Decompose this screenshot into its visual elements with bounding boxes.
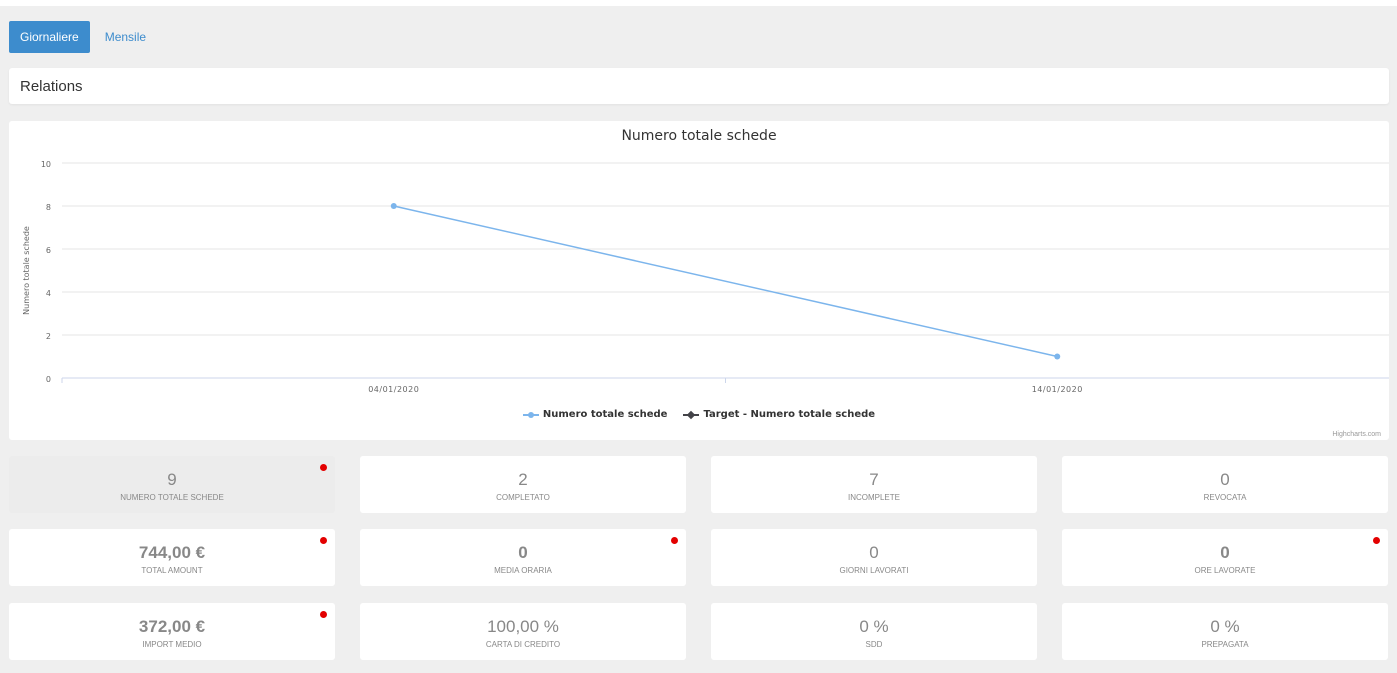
kpi-card: 9 NUMERO TOTALE SCHEDE: [9, 456, 335, 513]
kpi-value: 0 %: [1210, 617, 1240, 636]
legend-label: Target - Numero totale schede: [703, 409, 876, 420]
section-title: Relations: [20, 78, 83, 95]
period-tabs: Giornaliere Mensile: [9, 21, 157, 53]
kpi-label: ORE LAVORATE: [1194, 566, 1256, 575]
legend-marker-icon: [522, 410, 539, 420]
kpi-label: TOTAL AMOUNT: [141, 566, 203, 575]
legend-item-series-2[interactable]: Target - Numero totale schede: [683, 409, 875, 420]
legend-marker-icon: [683, 410, 700, 420]
chart-legend: Numero totale schede Target - Numero tot…: [9, 409, 1389, 420]
kpi-card: 0 GIORNI LAVORATI: [711, 529, 1037, 586]
chart-card: 0 2 4 6 8 10 04/01/2020 14/01/2020 Numero totale…: [9, 121, 1389, 440]
legend-label: Numero totale schede: [542, 409, 668, 420]
kpi-value: 2: [518, 470, 528, 489]
y-tick-label: 0: [46, 375, 51, 384]
kpi-card: 0 MEDIA ORARIA: [360, 529, 686, 586]
kpi-label: MEDIA ORARIA: [494, 566, 552, 575]
kpi-value: 0: [1220, 470, 1230, 489]
kpi-label: REVOCATA: [1203, 493, 1247, 502]
relations-panel: Relations: [9, 68, 1389, 104]
data-point: [1054, 353, 1061, 360]
kpi-value: 372,00 €: [138, 617, 206, 636]
kpi-card: 2 COMPLETATO: [360, 456, 686, 513]
y-tick-label: 2: [46, 332, 51, 341]
y-tick-label: 6: [46, 246, 51, 255]
alert-dot-icon: [320, 464, 327, 471]
kpi-value: 0 %: [859, 617, 889, 636]
series-line: [393, 205, 1058, 358]
tab-giornaliere[interactable]: Giornaliere: [9, 21, 90, 53]
alert-dot-icon: [671, 537, 678, 544]
kpi-card: 0 % SDD: [711, 603, 1037, 660]
kpi-card: 744,00 € TOTAL AMOUNT: [9, 529, 335, 586]
kpi-label: GIORNI LAVORATI: [839, 566, 909, 575]
tab-mensile[interactable]: Mensile: [94, 21, 157, 53]
y-tick-label: 10: [41, 160, 51, 169]
kpi-label: INCOMPLETE: [847, 493, 900, 502]
x-tick-label: 14/01/2020: [1032, 385, 1083, 394]
kpi-label: PREPAGATA: [1201, 640, 1249, 649]
kpi-value: 7: [869, 470, 879, 489]
kpi-value: 9: [167, 470, 177, 489]
y-tick-label: 4: [46, 289, 51, 298]
chart-title: Numero totale schede: [621, 128, 777, 144]
kpi-card: 100,00 % CARTA DI CREDITO: [360, 603, 686, 660]
kpi-card: 372,00 € IMPORT MEDIO: [9, 603, 335, 660]
alert-dot-icon: [320, 537, 327, 544]
kpi-label: IMPORT MEDIO: [142, 640, 202, 649]
data-point: [390, 203, 397, 209]
x-tick-label: 04/01/2020: [368, 385, 419, 394]
kpi-card: 0 REVOCATA: [1062, 456, 1388, 513]
kpi-value: 100,00 %: [487, 617, 559, 636]
kpi-label: NUMERO TOTALE SCHEDE: [120, 493, 224, 502]
alert-dot-icon: [320, 611, 327, 618]
legend-item-series-1[interactable]: Numero totale schede: [522, 409, 668, 420]
kpi-value: 0: [869, 543, 879, 562]
alert-dot-icon: [1373, 537, 1380, 544]
chart-credits[interactable]: Highcharts.com: [1332, 431, 1381, 438]
kpi-value: 0: [1220, 543, 1230, 562]
y-axis-title: Numero totale schede: [22, 226, 31, 315]
kpi-card: 0 % PREPAGATA: [1062, 603, 1388, 660]
top-strip: [0, 0, 1397, 6]
kpi-card: 7 INCOMPLETE: [711, 456, 1037, 513]
line-chart: 0 2 4 6 8 10 04/01/2020 14/01/2020 Numero totale…: [22, 160, 1389, 394]
kpi-card: 0 ORE LAVORATE: [1062, 529, 1388, 586]
kpi-label: CARTA DI CREDITO: [485, 640, 561, 649]
kpi-value: 0: [518, 543, 528, 562]
y-tick-label: 8: [46, 203, 51, 212]
kpi-label: SDD: [865, 640, 883, 649]
kpi-label: COMPLETATO: [496, 493, 550, 502]
kpi-value: 744,00 €: [138, 543, 206, 562]
